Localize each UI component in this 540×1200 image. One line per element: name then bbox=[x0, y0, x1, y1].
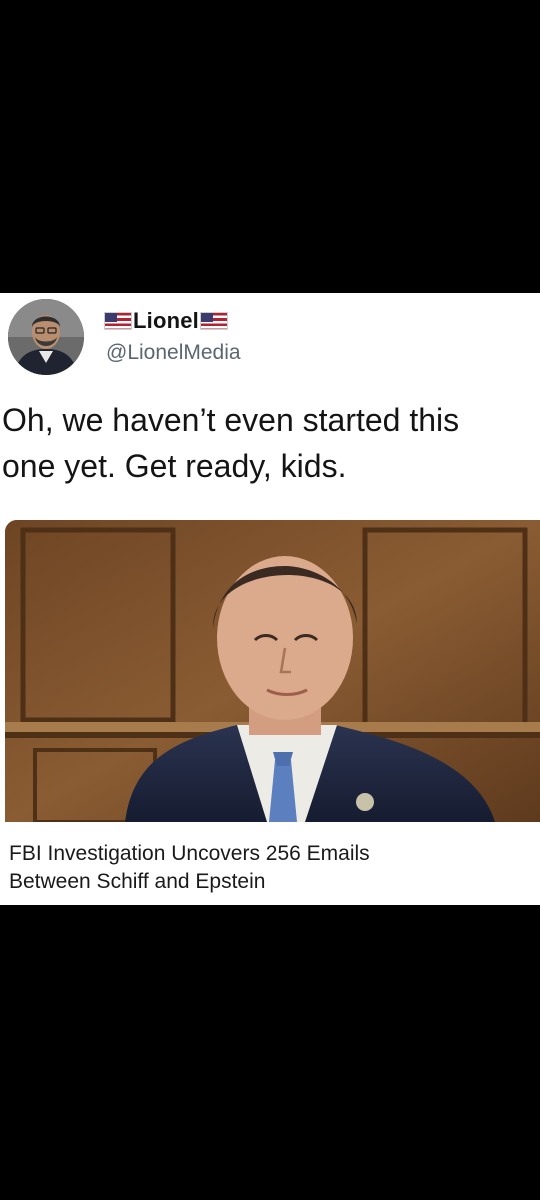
link-card-image[interactable] bbox=[5, 520, 540, 822]
tweet-card[interactable]: Lionel @LionelMedia Oh, we haven’t even … bbox=[0, 293, 540, 905]
link-card-headline[interactable]: FBI Investigation Uncovers 256 Emails Be… bbox=[9, 840, 529, 896]
author-name-row[interactable]: Lionel bbox=[104, 307, 228, 335]
avatar-photo bbox=[8, 299, 84, 375]
avatar[interactable] bbox=[8, 299, 84, 375]
author-display-name[interactable]: Lionel bbox=[133, 308, 199, 334]
us-flag-icon bbox=[104, 312, 132, 330]
screen: Lionel @LionelMedia Oh, we haven’t even … bbox=[0, 0, 540, 1200]
author-handle[interactable]: @LionelMedia bbox=[106, 341, 241, 365]
news-photo bbox=[5, 520, 540, 822]
tweet-text: Oh, we haven’t even started this one yet… bbox=[2, 402, 460, 484]
us-flag-icon bbox=[199, 312, 228, 330]
link-card-caption[interactable]: FBI Investigation Uncovers 256 Emails Be… bbox=[0, 822, 540, 905]
tweet-header: Lionel @LionelMedia bbox=[0, 293, 540, 383]
